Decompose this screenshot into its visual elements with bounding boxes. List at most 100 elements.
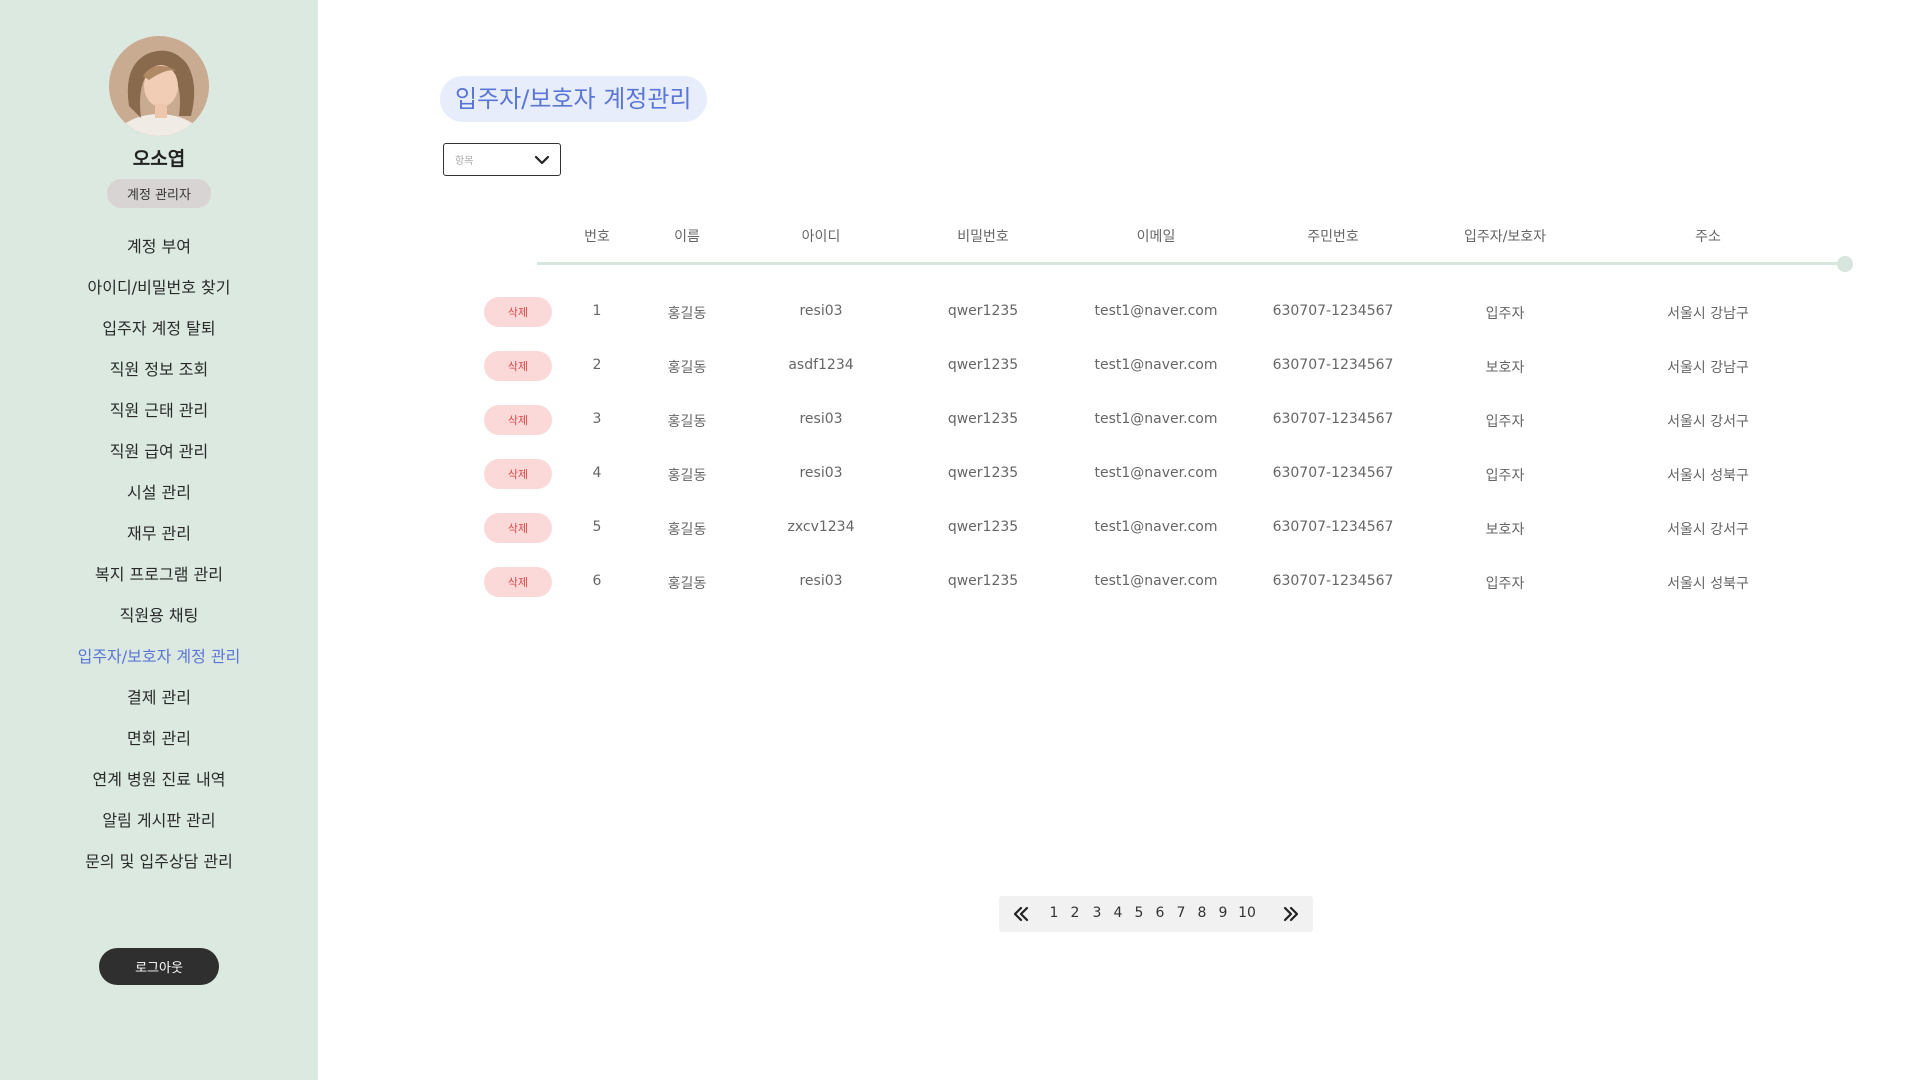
cell-type: 보호자 xyxy=(1485,522,1525,538)
column-header-name: 이름 xyxy=(674,229,700,245)
delete-button[interactable]: 삭제 xyxy=(484,459,552,489)
sidebar-item-payment[interactable]: 결제 관리 xyxy=(0,677,318,718)
table-row: 삭제 5 홍길동 zxcv1234 qwer1235 test1@naver.c… xyxy=(0,513,1920,543)
chevron-down-icon xyxy=(534,155,550,164)
page-1[interactable]: 1 xyxy=(1050,905,1059,921)
pagination: 1 2 3 4 5 6 7 8 9 10 xyxy=(999,896,1313,932)
page-7[interactable]: 7 xyxy=(1177,905,1186,921)
table-header: 번호 이름 아이디 비밀번호 이메일 주민번호 입주자/보호자 주소 xyxy=(0,226,1920,246)
delete-button[interactable]: 삭제 xyxy=(484,405,552,435)
column-header-password: 비밀번호 xyxy=(957,229,1009,245)
cell-id: asdf1234 xyxy=(788,357,854,373)
cell-email: test1@naver.com xyxy=(1094,519,1218,535)
cell-number: 4 xyxy=(592,465,602,481)
cell-name: 홍길동 xyxy=(667,576,707,592)
sidebar-item-inquiry[interactable]: 문의 및 입주상담 관리 xyxy=(0,841,318,882)
cell-password: qwer1235 xyxy=(947,573,1019,589)
sidebar-item-staff-chat[interactable]: 직원용 채팅 xyxy=(0,595,318,636)
cell-number: 6 xyxy=(592,573,602,589)
cell-email: test1@naver.com xyxy=(1094,411,1218,427)
sidebar-item-resident-guardian-accounts[interactable]: 입주자/보호자 계정 관리 xyxy=(0,636,318,677)
cell-name: 홍길동 xyxy=(667,522,707,538)
page-6[interactable]: 6 xyxy=(1156,905,1165,921)
cell-name: 홍길동 xyxy=(667,306,707,322)
cell-number: 1 xyxy=(592,303,602,319)
delete-button[interactable]: 삭제 xyxy=(484,567,552,597)
cell-email: test1@naver.com xyxy=(1094,573,1218,589)
cell-type: 입주자 xyxy=(1485,468,1525,484)
cell-password: qwer1235 xyxy=(947,465,1019,481)
logout-button[interactable]: 로그아웃 xyxy=(99,948,219,985)
cell-name: 홍길동 xyxy=(667,360,707,376)
page-8[interactable]: 8 xyxy=(1198,905,1207,921)
cell-rrn: 630707-1234567 xyxy=(1272,303,1394,319)
delete-button[interactable]: 삭제 xyxy=(484,297,552,327)
cell-address: 서울시 강서구 xyxy=(1667,414,1749,430)
cell-id: resi03 xyxy=(799,411,843,427)
cell-address: 서울시 성북구 xyxy=(1667,576,1749,592)
cell-rrn: 630707-1234567 xyxy=(1272,519,1394,535)
cell-type: 보호자 xyxy=(1485,360,1525,376)
cell-email: test1@naver.com xyxy=(1094,357,1218,373)
page-4[interactable]: 4 xyxy=(1114,905,1123,921)
cell-type: 입주자 xyxy=(1485,414,1525,430)
cell-address: 서울시 강남구 xyxy=(1667,306,1749,322)
cell-password: qwer1235 xyxy=(947,519,1019,535)
delete-button[interactable]: 삭제 xyxy=(484,351,552,381)
filter-select-placeholder: 항목 xyxy=(455,156,474,167)
cell-password: qwer1235 xyxy=(947,303,1019,319)
sidebar-item-hospital-records[interactable]: 연계 병원 진료 내역 xyxy=(0,759,318,800)
sidebar-item-notice-board[interactable]: 알림 게시판 관리 xyxy=(0,800,318,841)
column-header-number: 번호 xyxy=(584,229,610,245)
cell-address: 서울시 강서구 xyxy=(1667,522,1749,538)
page-title: 입주자/보호자 계정관리 xyxy=(440,76,707,122)
delete-button[interactable]: 삭제 xyxy=(484,513,552,543)
cell-rrn: 630707-1234567 xyxy=(1272,573,1394,589)
header-divider xyxy=(537,262,1847,265)
header-divider-dot xyxy=(1837,256,1853,272)
avatar xyxy=(109,36,209,136)
cell-address: 서울시 강남구 xyxy=(1667,360,1749,376)
cell-number: 2 xyxy=(592,357,602,373)
cell-email: test1@naver.com xyxy=(1094,465,1218,481)
cell-password: qwer1235 xyxy=(947,357,1019,373)
cell-name: 홍길동 xyxy=(667,468,707,484)
double-chevron-right-icon[interactable] xyxy=(1280,903,1302,925)
column-header-type: 입주자/보호자 xyxy=(1464,229,1546,245)
cell-type: 입주자 xyxy=(1485,306,1525,322)
column-header-email: 이메일 xyxy=(1136,229,1176,245)
table-row: 삭제 3 홍길동 resi03 qwer1235 test1@naver.com… xyxy=(0,405,1920,435)
table-row: 삭제 4 홍길동 resi03 qwer1235 test1@naver.com… xyxy=(0,459,1920,489)
cell-type: 입주자 xyxy=(1485,576,1525,592)
cell-id: resi03 xyxy=(799,303,843,319)
filter-select[interactable]: 항목 xyxy=(443,143,561,176)
table-row: 삭제 1 홍길동 resi03 qwer1235 test1@naver.com… xyxy=(0,297,1920,327)
column-header-address: 주소 xyxy=(1695,229,1721,245)
cell-number: 3 xyxy=(592,411,602,427)
cell-rrn: 630707-1234567 xyxy=(1272,357,1394,373)
table-row: 삭제 6 홍길동 resi03 qwer1235 test1@naver.com… xyxy=(0,567,1920,597)
cell-name: 홍길동 xyxy=(667,414,707,430)
sidebar-item-visit[interactable]: 면회 관리 xyxy=(0,718,318,759)
cell-rrn: 630707-1234567 xyxy=(1272,465,1394,481)
table-row: 삭제 2 홍길동 asdf1234 qwer1235 test1@naver.c… xyxy=(0,351,1920,381)
cell-number: 5 xyxy=(592,519,602,535)
page-2[interactable]: 2 xyxy=(1071,905,1080,921)
role-badge: 계정 관리자 xyxy=(107,179,211,208)
page-3[interactable]: 3 xyxy=(1093,905,1102,921)
cell-address: 서울시 성북구 xyxy=(1667,468,1749,484)
column-header-rrn: 주민번호 xyxy=(1307,229,1359,245)
cell-id: zxcv1234 xyxy=(787,519,855,535)
cell-password: qwer1235 xyxy=(947,411,1019,427)
double-chevron-left-icon[interactable] xyxy=(1010,903,1032,925)
avatar-photo xyxy=(109,36,209,136)
column-header-id: 아이디 xyxy=(801,229,841,245)
page-5[interactable]: 5 xyxy=(1135,905,1144,921)
cell-rrn: 630707-1234567 xyxy=(1272,411,1394,427)
cell-id: resi03 xyxy=(799,465,843,481)
cell-id: resi03 xyxy=(799,573,843,589)
cell-email: test1@naver.com xyxy=(1094,303,1218,319)
user-name: 오소엽 xyxy=(132,148,186,170)
page-10[interactable]: 10 xyxy=(1238,905,1256,921)
page-9[interactable]: 9 xyxy=(1219,905,1228,921)
